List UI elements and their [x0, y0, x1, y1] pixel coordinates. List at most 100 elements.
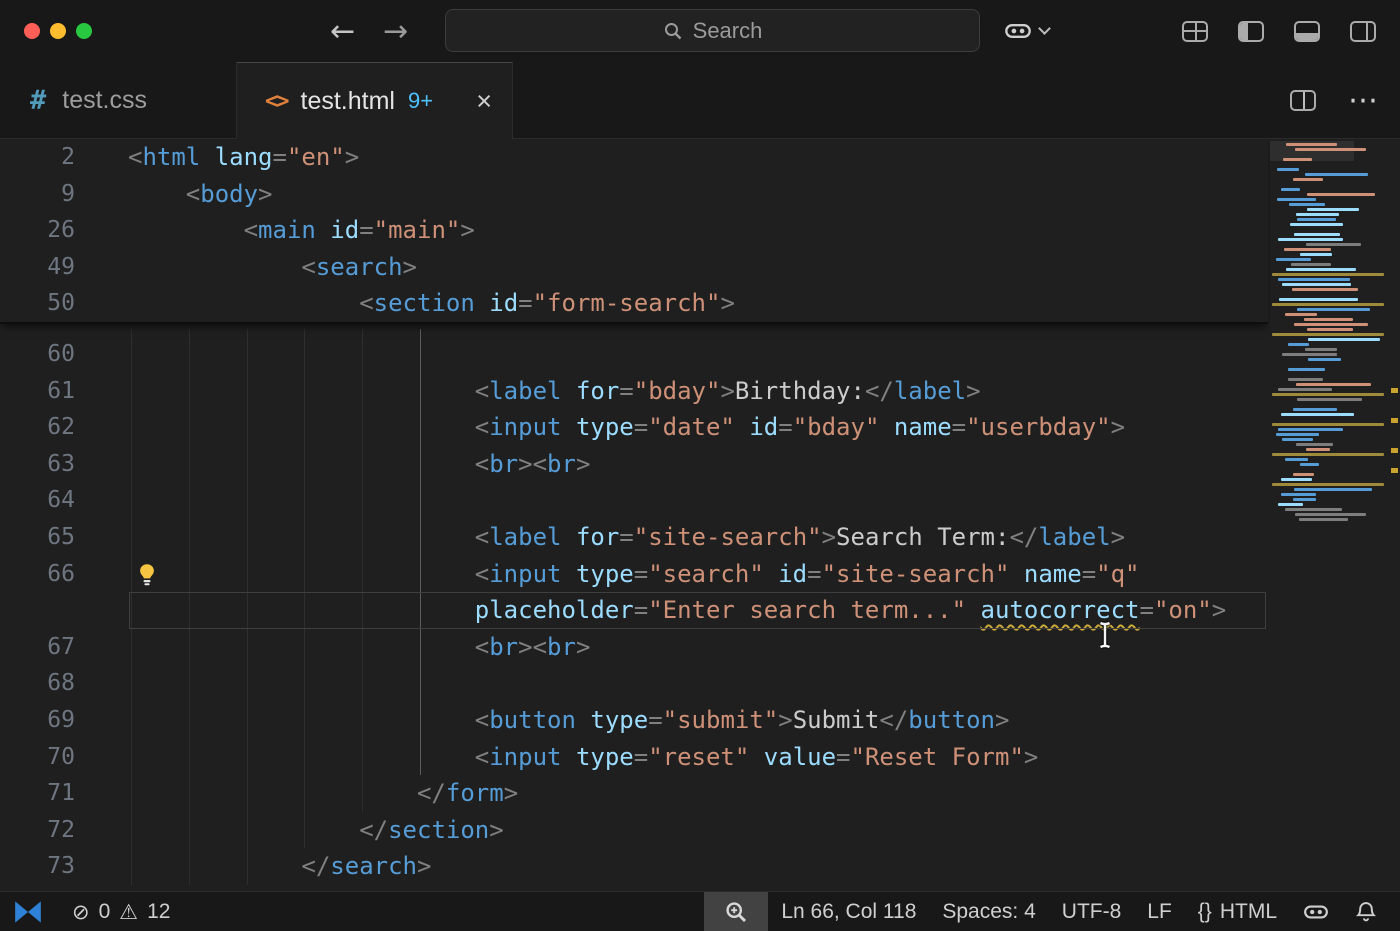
line-content: <main id="main">: [128, 212, 475, 249]
code-editor[interactable]: 2 <html lang="en"> 9 <body> 26 <main id="main…: [0, 139, 1400, 891]
remote-icon: [12, 899, 44, 925]
vscode-window: ← → Search # test.css <> test.html 9+ ×: [0, 0, 1400, 931]
tab-label: test.css: [62, 86, 147, 115]
line-number[interactable]: 63: [0, 446, 75, 483]
remote-indicator[interactable]: [0, 892, 56, 931]
status-bar-right: Ln 66, Col 118 Spaces: 4 UTF-8 LF {} HTM…: [704, 892, 1400, 931]
line-number[interactable]: 70: [0, 739, 75, 776]
line-number[interactable]: [0, 592, 75, 629]
overview-ruler: [1390, 139, 1399, 891]
code-line-73[interactable]: 73</search>: [0, 848, 1400, 885]
code-line-68[interactable]: 68: [0, 665, 1400, 702]
toggle-secondary-sidebar-button[interactable]: [1350, 21, 1376, 42]
indentation-status[interactable]: Spaces: 4: [929, 892, 1048, 931]
code-line-72[interactable]: 72 </section>: [0, 812, 1400, 849]
code-line-64[interactable]: 64: [0, 482, 1400, 519]
line-content: <input type="reset" value="Reset Form">: [128, 739, 1038, 776]
title-bar: ← → Search: [0, 0, 1400, 62]
zoom-indicator-button[interactable]: [704, 892, 768, 931]
line-content: <body>: [128, 176, 273, 213]
line-content: <input type="date" id="bday" name="userb…: [128, 409, 1125, 446]
line-number[interactable]: 60: [0, 336, 75, 373]
cursor-position-status[interactable]: Ln 66, Col 118: [768, 892, 929, 931]
error-icon: ⊘: [72, 900, 90, 924]
language-mode-status[interactable]: {} HTML: [1185, 892, 1290, 931]
customize-layout-button[interactable]: [1182, 21, 1208, 42]
line-number[interactable]: 64: [0, 482, 75, 519]
copilot-status-button[interactable]: [1290, 892, 1342, 931]
code-line-wrap[interactable]: placeholder="Enter search term..." autoc…: [0, 592, 1400, 629]
tab-test-css[interactable]: # test.css: [0, 62, 237, 138]
minimize-window-button[interactable]: [50, 23, 66, 39]
notifications-bell-button[interactable]: [1342, 892, 1390, 931]
line-content: <section id="form-search">: [128, 285, 735, 322]
more-actions-button[interactable]: ⋯: [1348, 83, 1378, 118]
window-controls: [24, 23, 92, 39]
maximize-window-button[interactable]: [76, 23, 92, 39]
code-line-61[interactable]: 61 <label for="bday">Birthday:</label>: [0, 373, 1400, 410]
warning-icon: ⚠: [119, 900, 138, 924]
encoding-status[interactable]: UTF-8: [1049, 892, 1135, 931]
line-number[interactable]: 73: [0, 848, 75, 885]
toggle-panel-button[interactable]: [1294, 21, 1320, 42]
line-number[interactable]: 61: [0, 373, 75, 410]
line-number[interactable]: 66: [0, 556, 75, 593]
copilot-menu-button[interactable]: [1004, 0, 1049, 62]
line-number[interactable]: 49: [0, 249, 75, 286]
toggle-primary-sidebar-button[interactable]: [1238, 21, 1264, 42]
search-placeholder: Search: [693, 18, 763, 44]
line-number[interactable]: 65: [0, 519, 75, 556]
overview-ruler-warning-mark: [1391, 418, 1398, 423]
language-label: HTML: [1220, 900, 1277, 924]
code-line-71[interactable]: 71 </form>: [0, 775, 1400, 812]
code-line-60[interactable]: 60: [0, 336, 1400, 373]
mouse-cursor-ibeam: [1096, 620, 1114, 655]
problems-status[interactable]: ⊘ 0 ⚠ 12: [72, 900, 170, 924]
code-line-26[interactable]: 26 <main id="main">: [0, 212, 1268, 249]
tab-test-html[interactable]: <> test.html 9+ ×: [237, 62, 513, 139]
line-number[interactable]: 62: [0, 409, 75, 446]
code-line-50[interactable]: 50 <section id="form-search">: [0, 285, 1268, 322]
code-line-70[interactable]: 70 <input type="reset" value="Reset Form"…: [0, 739, 1400, 776]
line-number[interactable]: 26: [0, 212, 75, 249]
close-window-button[interactable]: [24, 23, 40, 39]
code-line-67[interactable]: 67 <br><br>: [0, 629, 1400, 666]
code-line-2[interactable]: 2 <html lang="en">: [0, 139, 1268, 176]
line-content: <label for="bday">Birthday:</label>: [128, 373, 981, 410]
overview-ruler-warning-mark: [1391, 448, 1398, 453]
line-number[interactable]: 68: [0, 665, 75, 702]
error-count: 0: [99, 900, 111, 924]
code-line-62[interactable]: 62 <input type="date" id="bday" name="use…: [0, 409, 1400, 446]
close-tab-icon[interactable]: ×: [476, 88, 492, 115]
line-content: </section>: [128, 812, 504, 849]
line-content: <br><br>: [128, 629, 590, 666]
command-center-search[interactable]: Search: [445, 9, 980, 52]
line-content: <br><br>: [128, 446, 590, 483]
line-number[interactable]: 69: [0, 702, 75, 739]
line-number[interactable]: 72: [0, 812, 75, 849]
code-lines[interactable]: 6061<label for="bday">Birthday:</label>6…: [0, 324, 1400, 885]
eol-status[interactable]: LF: [1134, 892, 1185, 931]
line-content: <html lang="en">: [128, 139, 359, 176]
go-forward-button[interactable]: →: [383, 14, 408, 49]
split-editor-button[interactable]: [1290, 90, 1316, 111]
line-number[interactable]: 9: [0, 176, 75, 213]
bell-icon: [1355, 900, 1377, 924]
tab-problems-badge: 9+: [408, 88, 433, 114]
line-content: </form>: [128, 775, 518, 812]
braces-icon: {}: [1198, 900, 1212, 924]
code-line-9[interactable]: 9 <body>: [0, 176, 1268, 213]
sticky-scroll[interactable]: 2 <html lang="en"> 9 <body> 26 <main id="main…: [0, 139, 1268, 324]
minimap[interactable]: [1270, 139, 1388, 891]
code-line-49[interactable]: 49<search>: [0, 249, 1268, 286]
line-number[interactable]: 71: [0, 775, 75, 812]
code-line-66[interactable]: 66<input type="search" id="site-search" …: [0, 556, 1400, 593]
code-line-63[interactable]: 63 <br><br>: [0, 446, 1400, 483]
editor-tab-bar: # test.css <> test.html 9+ × ⋯: [0, 62, 1400, 139]
go-back-button[interactable]: ←: [330, 14, 355, 49]
line-number[interactable]: 67: [0, 629, 75, 666]
line-number[interactable]: 2: [0, 139, 75, 176]
code-line-69[interactable]: 69<button type="submit">Submit</button>: [0, 702, 1400, 739]
code-line-65[interactable]: 65<label for="site-search">Search Term:<…: [0, 519, 1400, 556]
line-number[interactable]: 50: [0, 285, 75, 322]
